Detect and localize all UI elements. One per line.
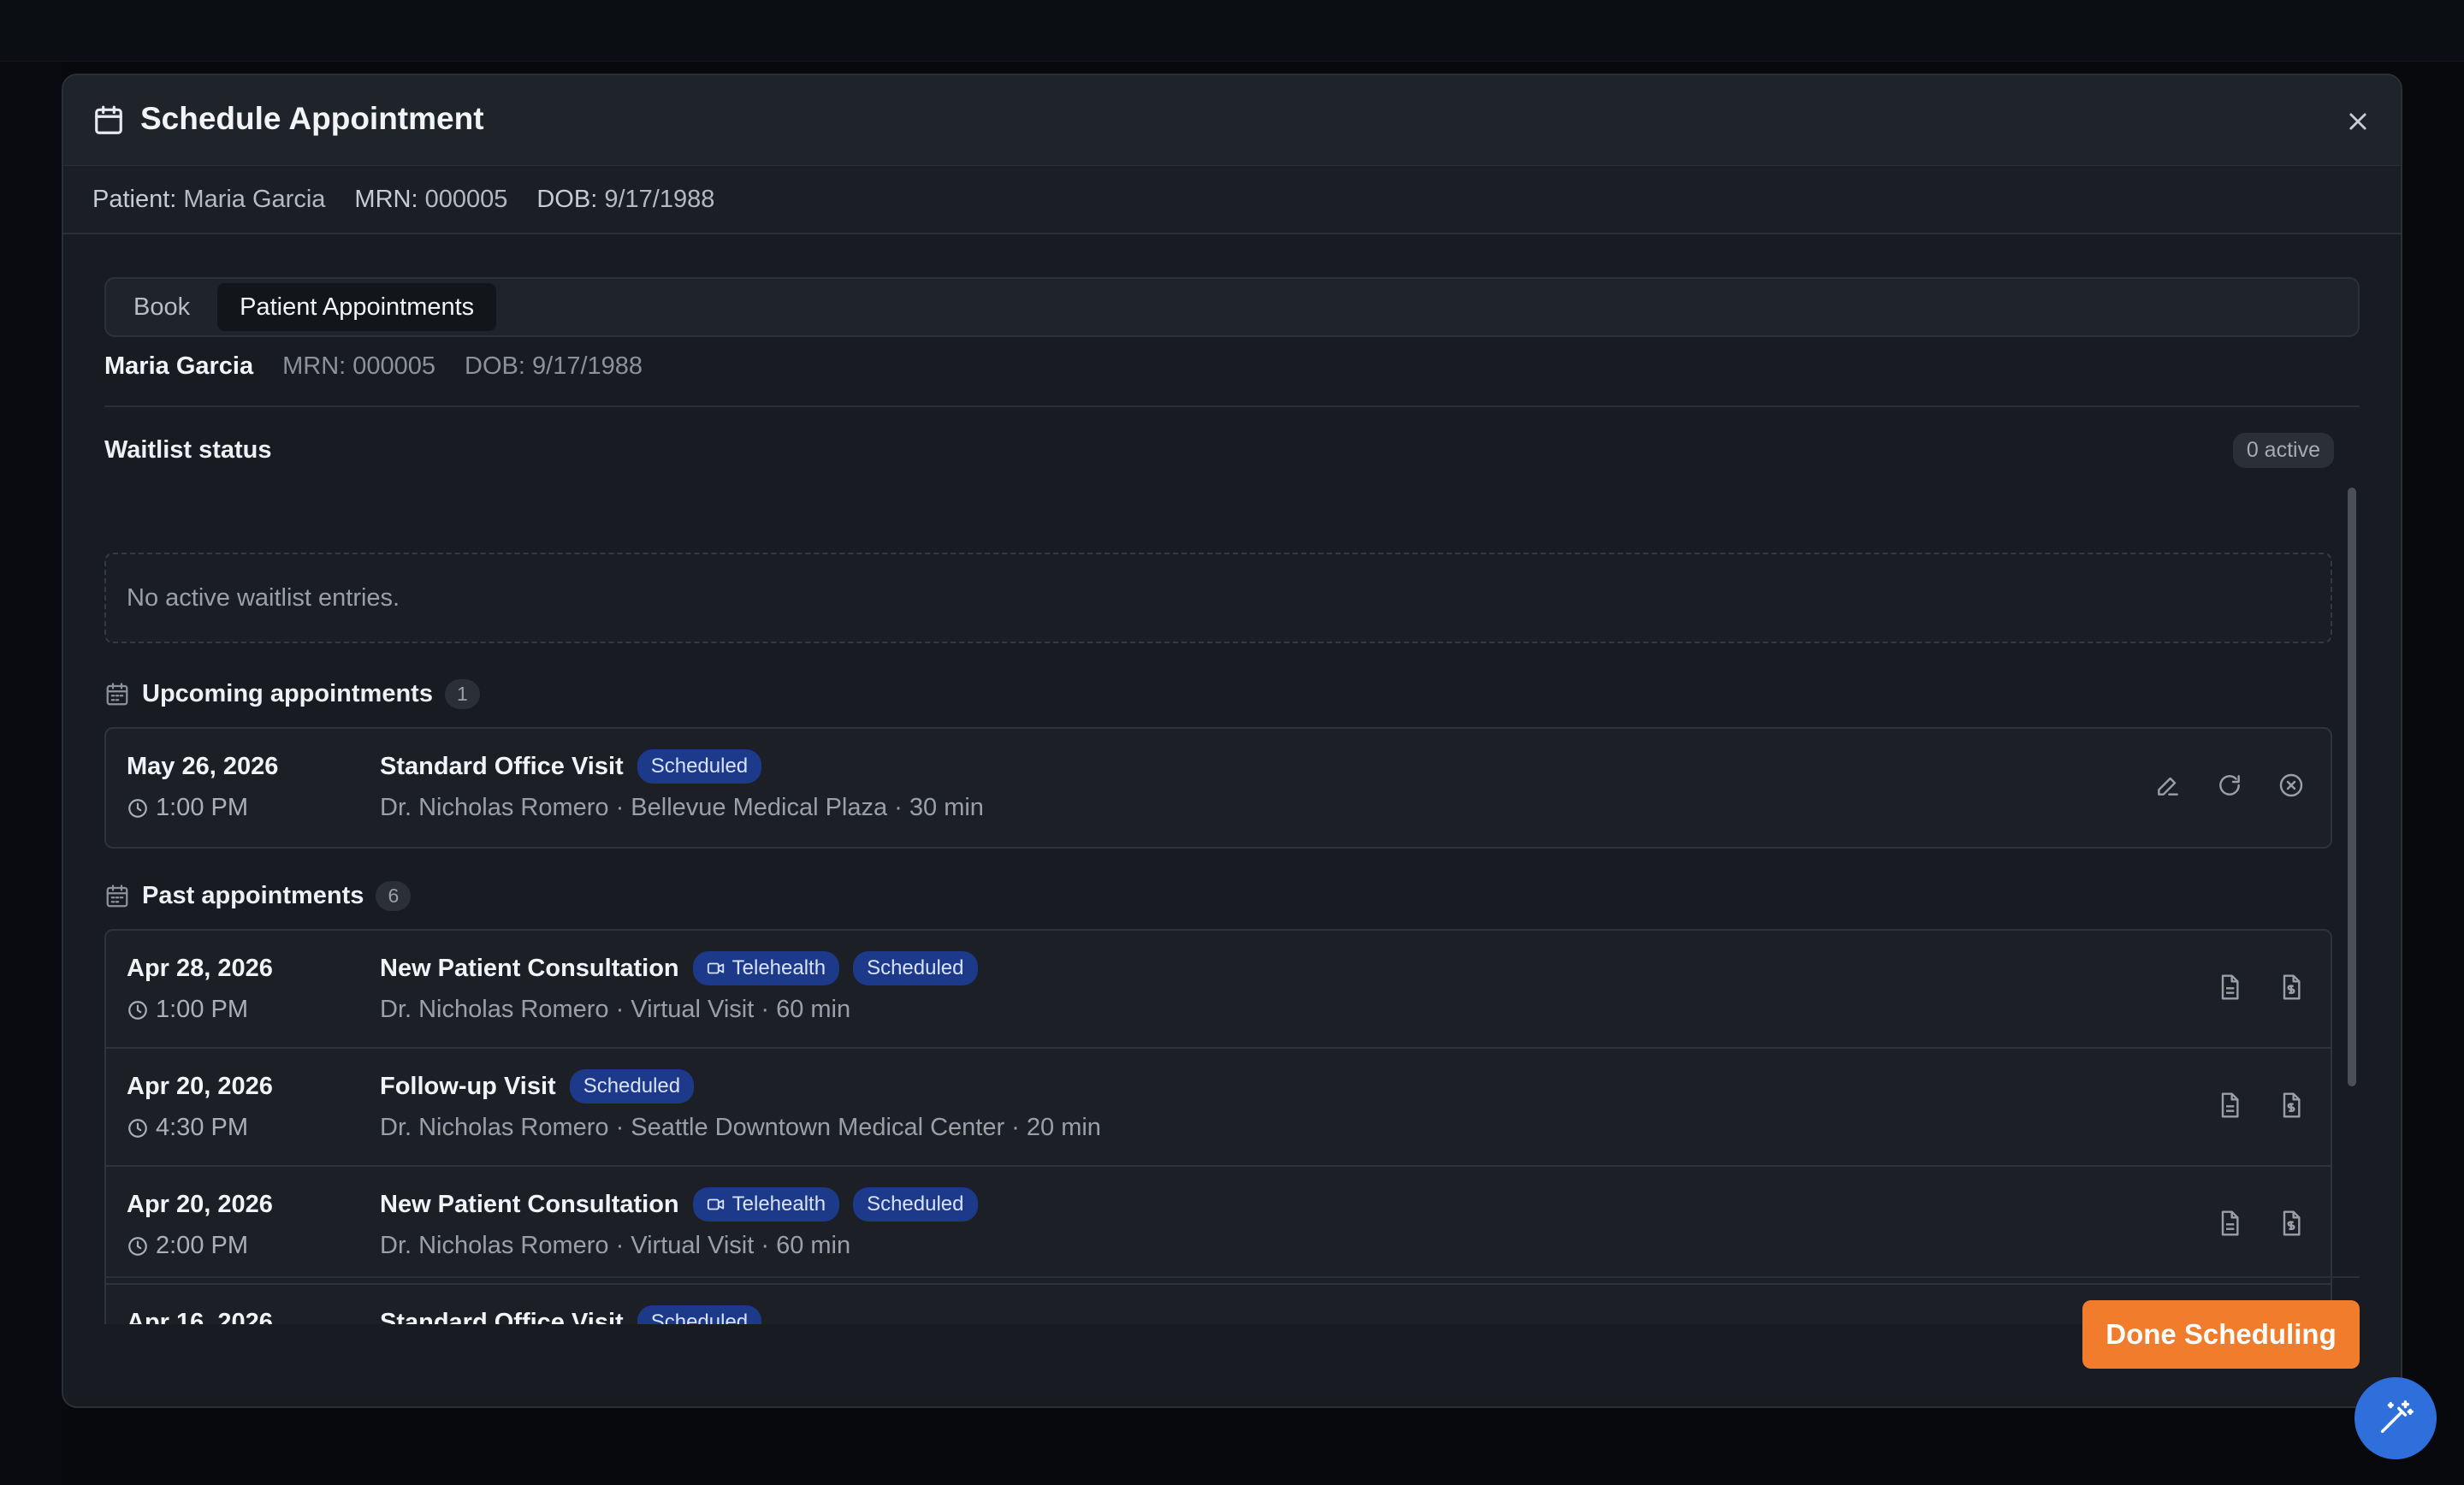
appointment-detail: Dr. Nicholas Romero · Bellevue Medical P… — [380, 794, 984, 821]
status-badge: Scheduled — [853, 1187, 978, 1222]
appointment-title-line: New Patient Consultation Telehealth Sche… — [380, 951, 978, 985]
appointment-detail: Dr. Nicholas Romero · Virtual Visit · 60… — [380, 1232, 851, 1259]
billing-icon[interactable] — [2277, 1092, 2305, 1119]
appointment-date: May 26, 2026 — [127, 753, 279, 780]
appointment-visit-type: Standard Office Visit — [380, 1308, 624, 1325]
clock-icon — [127, 999, 149, 1021]
waitlist-title: Waitlist status — [104, 436, 272, 464]
patient-mrn: MRN: 000005 — [282, 352, 436, 380]
background-topbar — [0, 0, 2464, 62]
billing-icon[interactable] — [2277, 1210, 2305, 1237]
appointment-time: 2:00 PM — [127, 1232, 248, 1260]
appointment-row[interactable]: May 26, 2026 1:00 PM Standard Office Vis… — [106, 729, 2331, 847]
telehealth-badge: Telehealth — [692, 951, 840, 985]
appointment-time: 1:00 PM — [127, 794, 248, 822]
appointment-row[interactable]: Apr 16, 2026 Standard Office Visit Sched… — [106, 1285, 2331, 1324]
patient-dob: DOB: 9/17/1988 — [465, 352, 643, 380]
done-scheduling-button[interactable]: Done Scheduling — [2082, 1300, 2360, 1369]
calendar-icon — [92, 104, 125, 137]
appointment-date: Apr 20, 2026 — [127, 1191, 273, 1218]
cancel-circle-icon[interactable] — [2277, 772, 2305, 799]
patient-summary-bar: Patient: Maria Garcia MRN: 000005 DOB: 9… — [63, 166, 2401, 234]
upcoming-count-badge: 1 — [444, 679, 480, 709]
tab-book[interactable]: Book — [111, 283, 212, 331]
appointment-title-line: Standard Office Visit Scheduled — [380, 749, 762, 784]
appointment-row[interactable]: Apr 20, 2026 4:30 PM Follow-up Visit Sch… — [106, 1049, 2331, 1167]
calendar-icon — [104, 682, 130, 707]
document-icon[interactable] — [2216, 973, 2243, 1001]
document-icon[interactable] — [2216, 1092, 2243, 1119]
telehealth-badge: Telehealth — [692, 1187, 840, 1222]
patient-field: Patient: Maria Garcia — [92, 185, 326, 213]
patient-info-line: Maria Garcia MRN: 000005 DOB: 9/17/1988 — [104, 352, 643, 381]
appointment-visit-type: Standard Office Visit — [380, 752, 624, 780]
appointment-title-line: Follow-up Visit Scheduled — [380, 1069, 695, 1103]
video-icon — [707, 1195, 726, 1214]
dob-field: DOB: 9/17/1988 — [536, 185, 715, 213]
video-icon — [707, 959, 726, 978]
appointment-row[interactable]: Apr 28, 2026 1:00 PM New Patient Consult… — [106, 931, 2331, 1049]
appointment-detail: Dr. Nicholas Romero · Virtual Visit · 60… — [380, 996, 851, 1023]
document-icon[interactable] — [2216, 1210, 2243, 1237]
tab-bar: Book Patient Appointments — [104, 277, 2360, 337]
billing-icon[interactable] — [2277, 973, 2305, 1001]
appointment-date: Apr 28, 2026 — [127, 955, 273, 982]
waitlist-empty-text: No active waitlist entries. — [127, 583, 400, 612]
magic-wand-icon — [2376, 1399, 2415, 1438]
appointment-visit-type: Follow-up Visit — [380, 1072, 556, 1100]
close-icon[interactable] — [2346, 109, 2370, 133]
past-count-badge: 6 — [376, 881, 412, 911]
appointment-visit-type: New Patient Consultation — [380, 954, 679, 982]
appointment-actions — [2216, 973, 2305, 1001]
patient-name: Maria Garcia — [104, 352, 254, 380]
scrollbar-thumb[interactable] — [2348, 488, 2356, 1086]
schedule-appointment-modal: Schedule Appointment Patient: Maria Garc… — [62, 74, 2402, 1408]
appointment-detail: Dr. Nicholas Romero · Seattle Downtown M… — [380, 1114, 1101, 1141]
footer-divider — [104, 1276, 2360, 1278]
tab-patient-appointments[interactable]: Patient Appointments — [217, 283, 497, 331]
mrn-field: MRN: 000005 — [354, 185, 508, 213]
appointments-scroll-area[interactable]: Waitlist status 0 active No active waitl… — [104, 407, 2360, 1324]
appointment-title-line: Standard Office Visit Scheduled — [380, 1305, 762, 1325]
background-sidebar — [0, 62, 62, 1485]
clock-icon — [127, 1235, 149, 1257]
waitlist-empty-box: No active waitlist entries. — [104, 553, 2332, 643]
magic-wand-button[interactable] — [2354, 1377, 2437, 1459]
clock-icon — [127, 797, 149, 819]
past-appointments-card: Apr 28, 2026 1:00 PM New Patient Consult… — [104, 929, 2332, 1324]
calendar-icon — [104, 884, 130, 909]
appointment-title-line: New Patient Consultation Telehealth Sche… — [380, 1187, 978, 1222]
appointment-actions — [2216, 1210, 2305, 1237]
upcoming-appointments-card: May 26, 2026 1:00 PM Standard Office Vis… — [104, 727, 2332, 849]
past-appointments-title: Past appointments 6 — [104, 881, 412, 911]
modal-title: Schedule Appointment — [140, 101, 484, 136]
appointment-actions — [2154, 772, 2305, 799]
modal-header: Schedule Appointment — [63, 75, 2401, 166]
clock-icon — [127, 1117, 149, 1139]
upcoming-appointments-title: Upcoming appointments 1 — [104, 679, 480, 709]
status-badge: Scheduled — [637, 749, 762, 784]
appointment-visit-type: New Patient Consultation — [380, 1190, 679, 1218]
appointment-time: 1:00 PM — [127, 996, 248, 1024]
status-badge: Scheduled — [853, 951, 978, 985]
edit-icon[interactable] — [2154, 772, 2182, 799]
waitlist-count-badge: 0 active — [2232, 433, 2334, 468]
appointment-date: Apr 16, 2026 — [127, 1309, 273, 1324]
appointment-actions — [2216, 1092, 2305, 1119]
status-badge: Scheduled — [637, 1305, 762, 1324]
appointment-row[interactable]: Apr 20, 2026 2:00 PM New Patient Consult… — [106, 1167, 2331, 1285]
appointment-time: 4:30 PM — [127, 1114, 248, 1142]
status-badge: Scheduled — [569, 1069, 695, 1103]
reschedule-icon[interactable] — [2216, 772, 2243, 799]
appointment-date: Apr 20, 2026 — [127, 1073, 273, 1100]
